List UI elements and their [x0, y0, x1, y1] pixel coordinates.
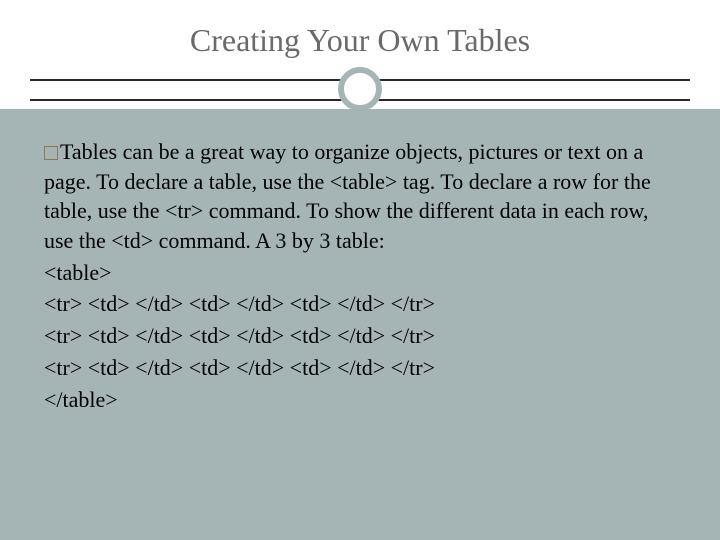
code-line: <tr> <td> </td> <td> </td> <td> </td> </… — [44, 289, 676, 319]
ring-icon — [338, 67, 382, 111]
title-area: Creating Your Own Tables — [0, 0, 720, 109]
bullet-icon — [44, 146, 58, 160]
slide: Creating Your Own Tables Tables can be a… — [0, 0, 720, 540]
ring-mask — [330, 109, 390, 139]
code-line: <tr> <td> </td> <td> </td> <td> </td> </… — [44, 353, 676, 383]
slide-title: Creating Your Own Tables — [40, 22, 680, 59]
slide-content: Tables can be a great way to organize ob… — [0, 109, 720, 436]
body-paragraph: Tables can be a great way to organize ob… — [44, 137, 676, 256]
code-line: </table> — [44, 385, 676, 415]
code-line: <table> — [44, 258, 676, 288]
paragraph-text: Tables can be a great way to organize ob… — [44, 139, 651, 253]
code-line: <tr> <td> </td> <td> </td> <td> </td> </… — [44, 321, 676, 351]
